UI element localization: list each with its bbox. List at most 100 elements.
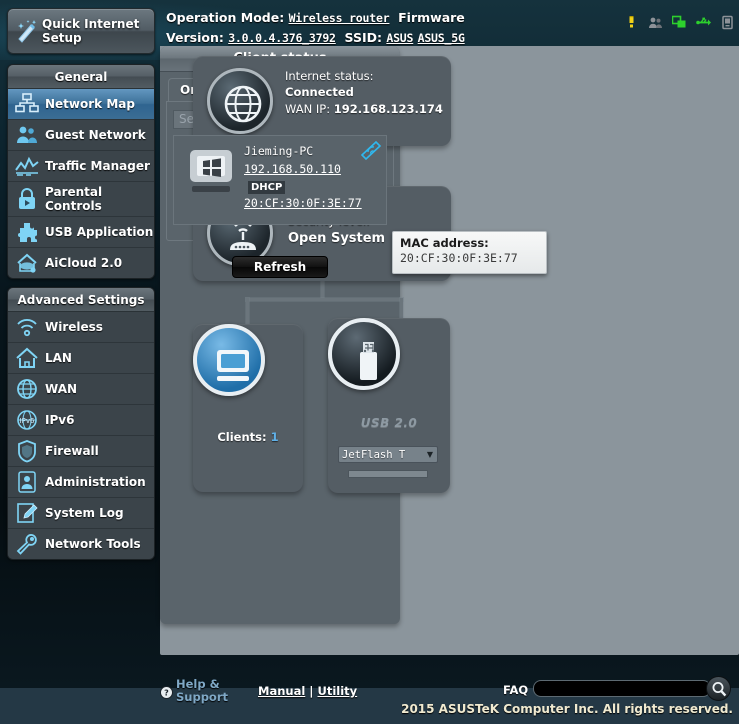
- usb-drive-icon: [328, 318, 400, 390]
- help-support-label: Help & Support: [176, 677, 229, 704]
- sidebar-item-label: Wireless: [45, 320, 103, 334]
- device-icon[interactable]: [720, 15, 735, 30]
- sidebar-item-label: Parental Controls: [45, 185, 103, 213]
- usb-capacity-bar: [348, 470, 428, 478]
- sidebar-item-system-log[interactable]: System Log: [8, 498, 154, 529]
- sidebar-item-administration[interactable]: Administration: [8, 467, 154, 498]
- internet-status-label: Internet status:: [285, 69, 374, 83]
- client-mac[interactable]: 20:CF:30:0F:3E:77: [244, 196, 380, 210]
- link-separator: |: [309, 684, 314, 698]
- sidebar-item-network-map[interactable]: Network Map: [8, 89, 154, 120]
- firewall-icon: [14, 439, 40, 463]
- sidebar-item-label: Network Tools: [45, 537, 141, 551]
- quick-internet-setup-button[interactable]: Quick Internet Setup: [7, 8, 155, 54]
- sidebar-item-label: Traffic Manager: [45, 159, 150, 173]
- mac-address-tooltip: MAC address: 20:CF:30:0F:3E:77: [392, 231, 547, 274]
- alert-icon[interactable]: [624, 15, 639, 30]
- security-level-value: Open System: [288, 231, 386, 246]
- sidebar-item-firewall[interactable]: Firewall: [8, 436, 154, 467]
- manual-link[interactable]: Manual: [258, 684, 305, 698]
- usb-application-icon: [14, 220, 40, 244]
- windows-pc-icon: [182, 146, 240, 200]
- sidebar-item-aicloud[interactable]: AiCloud 2.0: [8, 248, 154, 278]
- connector-security-down: [321, 281, 324, 299]
- help-support-link[interactable]: Help & Support: [176, 678, 236, 704]
- monitor-icon: [193, 324, 265, 396]
- ssid-label: SSID:: [344, 30, 382, 45]
- utility-link[interactable]: Utility: [318, 684, 358, 698]
- faq-search-input[interactable]: [533, 680, 711, 697]
- system-log-icon: [14, 501, 40, 525]
- magic-wand-icon: [14, 18, 40, 44]
- chevron-down-icon: ▼: [426, 450, 434, 459]
- sidebar-item-parental-controls[interactable]: Parental Controls: [8, 182, 154, 217]
- connector-to-usb: [400, 298, 403, 320]
- clients-caption: Clients: 1: [193, 430, 303, 444]
- tooltip-value: 20:CF:30:0F:3E:77: [400, 251, 518, 265]
- usb-panel[interactable]: USB 2.0 JetFlash T ▼: [328, 318, 450, 493]
- sidebar-item-label: Administration: [45, 475, 146, 489]
- copyright-text: 2015 ASUSTeK Computer Inc. All rights re…: [401, 702, 733, 716]
- wan-ip-row: WAN IP: 192.168.123.174: [285, 101, 445, 117]
- usb-caption: USB 2.0: [360, 416, 418, 430]
- sidebar-item-lan[interactable]: LAN: [8, 343, 154, 374]
- users-icon[interactable]: [648, 15, 663, 30]
- lan-icon: [14, 346, 40, 370]
- sidebar-item-guest-network[interactable]: Guest Network: [8, 120, 154, 151]
- question-mark-icon[interactable]: ?: [160, 684, 173, 699]
- quick-internet-setup-label: Quick Internet Setup: [42, 17, 140, 45]
- sidebar-item-label: System Log: [45, 506, 124, 520]
- refresh-button[interactable]: Refresh: [232, 256, 328, 278]
- internet-status-panel[interactable]: Internet status: Connected WAN IP: 192.1…: [193, 56, 451, 148]
- usb-device-select[interactable]: JetFlash T ▼: [338, 446, 438, 463]
- connector-horizontal-branch: [246, 298, 403, 301]
- ssid-5g-value[interactable]: ASUS_5G: [418, 31, 465, 45]
- network-tools-icon: [14, 532, 40, 556]
- wireless-icon: [14, 315, 40, 339]
- connector-to-clients: [246, 298, 249, 326]
- clients-label: Clients:: [217, 430, 267, 444]
- header-status-icons: [624, 15, 735, 30]
- clients-panel[interactable]: Clients: 1: [193, 324, 303, 492]
- usb-icon[interactable]: [696, 15, 711, 30]
- sidebar-item-ipv6[interactable]: IPv6 IPv6: [8, 405, 154, 436]
- sidebar-item-traffic-manager[interactable]: Traffic Manager: [8, 151, 154, 182]
- sidebar-item-network-tools[interactable]: Network Tools: [8, 529, 154, 559]
- page-header: Operation Mode: Wireless router Firmware…: [160, 0, 739, 46]
- administration-icon: [14, 470, 40, 494]
- wifi-signal-icon[interactable]: [360, 140, 382, 160]
- client-info: Jieming-PC 192.168.50.110 DHCP 20:CF:30:…: [244, 140, 382, 218]
- sidebar-item-wireless[interactable]: Wireless: [8, 312, 154, 343]
- general-menu-header: General: [8, 65, 154, 89]
- wan-ip-label: WAN IP:: [285, 102, 331, 116]
- manual-utility-links: Manual | Utility: [258, 684, 357, 698]
- sidebar-item-label: AiCloud 2.0: [45, 256, 123, 270]
- parental-controls-icon: [14, 187, 40, 211]
- internet-status-value: Connected: [285, 85, 354, 99]
- ipv6-icon: IPv6: [14, 408, 40, 432]
- clients-count: 1: [270, 430, 279, 444]
- client-ip[interactable]: 192.168.50.110: [244, 162, 341, 176]
- operation-mode-value[interactable]: Wireless router: [289, 11, 390, 25]
- list-item[interactable]: Jieming-PC 192.168.50.110 DHCP 20:CF:30:…: [173, 134, 387, 225]
- faq-search-button[interactable]: [706, 676, 731, 701]
- globe-icon: [207, 68, 273, 134]
- firmware-version-value[interactable]: 3.0.0.4.376_3792: [228, 31, 336, 45]
- operation-mode-label: Operation Mode:: [166, 10, 285, 25]
- general-menu-block: General Network Map Guest Network Traffi…: [7, 64, 155, 279]
- sidebar-item-label: Guest Network: [45, 128, 146, 142]
- wan-icon: [14, 377, 40, 401]
- sidebar-item-wan[interactable]: WAN: [8, 374, 154, 405]
- header-info-text: Operation Mode: Wireless router Firmware…: [166, 8, 465, 48]
- wan-ip-value: 192.168.123.174: [333, 102, 443, 116]
- sidebar-item-label: USB Application: [45, 225, 154, 239]
- svg-text:IPv6: IPv6: [20, 417, 35, 425]
- sidebar-item-label: IPv6: [45, 413, 75, 427]
- sidebar-item-label: Firewall: [45, 444, 99, 458]
- ssid-24g-value[interactable]: ASUS: [386, 31, 413, 45]
- sidebar-item-label: LAN: [45, 351, 72, 365]
- svg-text:?: ?: [164, 689, 169, 698]
- network-screens-icon[interactable]: [671, 15, 687, 30]
- sidebar-item-usb-application[interactable]: USB Application: [8, 217, 154, 248]
- ip-type-badge: DHCP: [248, 180, 286, 194]
